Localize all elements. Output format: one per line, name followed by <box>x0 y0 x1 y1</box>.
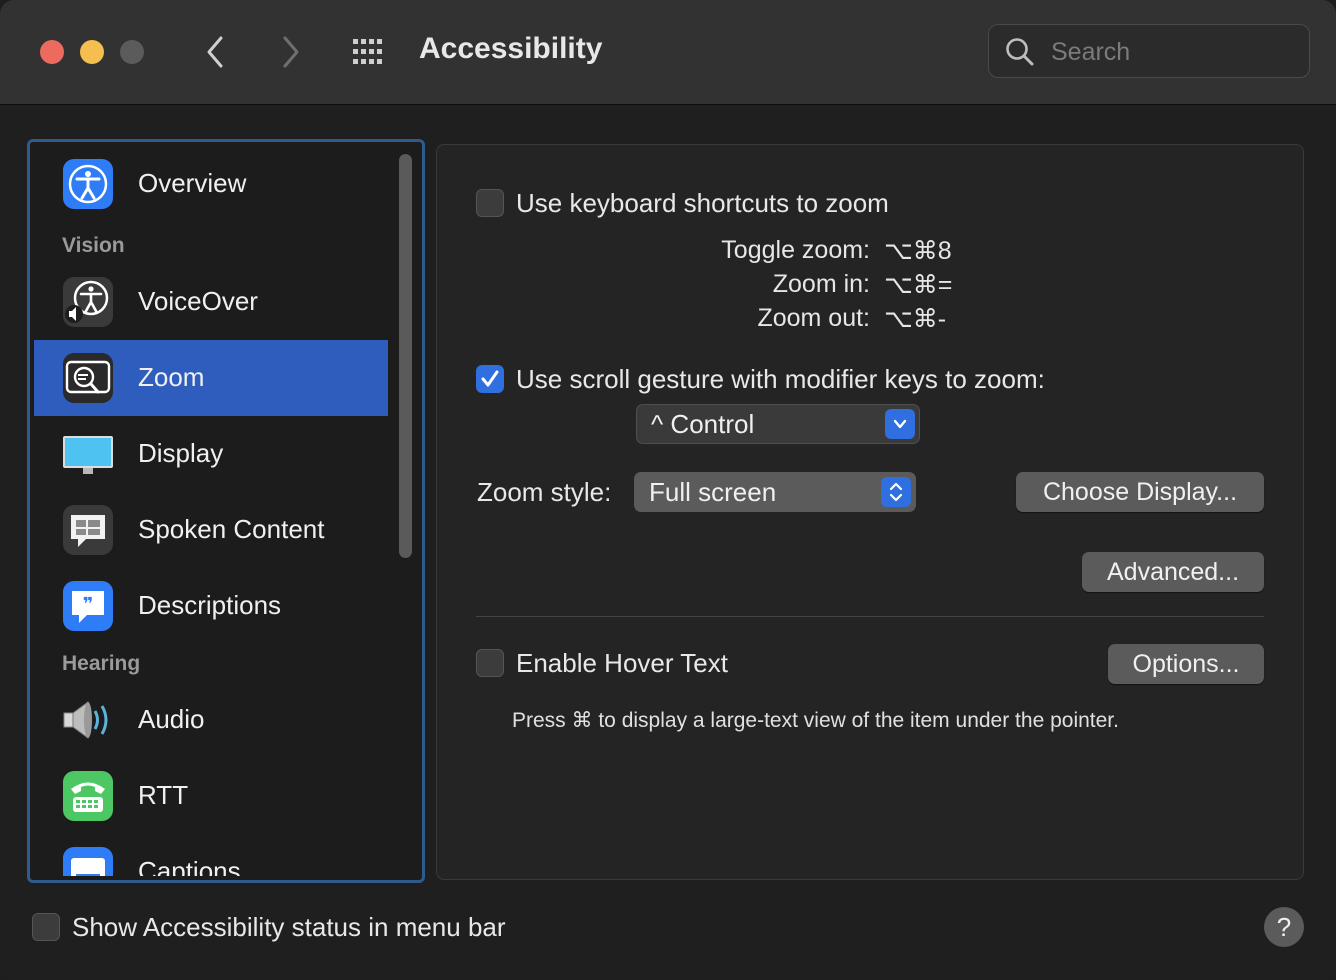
descriptions-icon: ❞ <box>63 581 113 631</box>
system-preferences-window: Accessibility Overview Vision <box>0 0 1336 980</box>
scrollbar-thumb[interactable] <box>399 154 412 558</box>
sidebar-item-rtt[interactable]: RTT <box>34 758 388 834</box>
chevron-right-icon <box>283 36 299 68</box>
sidebar-section-vision: Vision <box>62 234 125 257</box>
spoken-content-icon <box>63 505 113 555</box>
popup-arrow <box>881 477 911 507</box>
sidebar-section-hearing: Hearing <box>62 652 141 675</box>
shortcut-zoom-out: Zoom out: <box>608 304 870 334</box>
section-divider <box>476 616 1264 617</box>
sidebar-item-label: Zoom <box>138 362 205 392</box>
shortcut-name: Toggle zoom: <box>721 236 870 264</box>
close-window-button[interactable] <box>40 40 64 64</box>
sidebar-item-label: VoiceOver <box>138 286 258 316</box>
zoom-window-button[interactable] <box>120 40 144 64</box>
grid-icon <box>353 39 382 64</box>
title-bar: Accessibility <box>0 0 1336 105</box>
shortcut-zoom-in: Zoom in: <box>608 270 870 300</box>
captions-icon <box>63 847 113 876</box>
sidebar-item-overview[interactable]: Overview <box>34 146 388 222</box>
sidebar-item-label: Spoken Content <box>138 514 325 544</box>
sidebar-item-audio[interactable]: Audio <box>34 682 388 758</box>
hover-text-checkbox[interactable] <box>476 649 504 677</box>
search-icon <box>1006 38 1034 66</box>
status-menu-checkbox[interactable] <box>32 913 60 941</box>
hover-text-label: Enable Hover Text <box>516 648 728 678</box>
svg-text:❞: ❞ <box>83 594 94 615</box>
modifier-key-value: ^ Control <box>651 409 755 439</box>
shortcut-keys: ⌥⌘= <box>884 271 953 299</box>
sidebar-item-display[interactable]: Display <box>34 416 388 492</box>
sidebar-item-captions[interactable]: Captions <box>34 834 388 876</box>
forward-button[interactable] <box>270 30 310 74</box>
speaker-icon <box>63 701 108 739</box>
accessibility-icon <box>63 159 113 209</box>
sidebar-item-spoken-content[interactable]: Spoken Content <box>34 492 388 568</box>
shortcut-name: Zoom out: <box>757 304 870 332</box>
keyboard-shortcuts-checkbox[interactable] <box>476 189 504 217</box>
voiceover-icon <box>63 277 113 327</box>
sidebar-item-zoom[interactable]: Zoom <box>34 340 388 416</box>
back-button[interactable] <box>196 30 236 74</box>
zoom-settings-panel <box>436 144 1304 880</box>
status-menu-label: Show Accessibility status in menu bar <box>72 912 506 942</box>
hover-text-options-button[interactable]: Options... <box>1108 644 1264 684</box>
checkmark-icon <box>481 370 499 387</box>
scroll-gesture-checkbox[interactable] <box>476 365 504 393</box>
scroll-gesture-label: Use scroll gesture with modifier keys to… <box>516 364 1045 394</box>
choose-display-button[interactable]: Choose Display... <box>1016 472 1264 512</box>
popup-arrow <box>885 409 915 439</box>
hover-text-hint: Press ⌘ to display a large-text view of … <box>512 709 1119 732</box>
chevron-down-icon <box>893 419 907 429</box>
sidebar-item-label: RTT <box>138 780 189 810</box>
sidebar-item-label: Captions <box>138 856 241 876</box>
shortcut-toggle-zoom: Toggle zoom: <box>608 236 870 266</box>
zoom-style-label: Zoom style: <box>477 477 612 507</box>
help-button[interactable]: ? <box>1264 907 1304 947</box>
zoom-icon <box>63 353 113 403</box>
sidebar-item-label: Display <box>138 438 224 468</box>
display-icon <box>63 436 113 474</box>
sidebar-item-label: Overview <box>138 168 247 198</box>
modifier-key-popup[interactable]: ^ Control <box>636 404 920 444</box>
search-input[interactable] <box>1049 35 1293 69</box>
sidebar-item-label: Audio <box>138 704 205 734</box>
up-down-chevron-icon <box>889 482 903 502</box>
sidebar-item-descriptions[interactable]: ❞ Descriptions <box>34 568 388 644</box>
sidebar: Overview Vision VoiceOver Zoom Display S… <box>27 139 425 883</box>
sidebar-item-voiceover[interactable]: VoiceOver <box>34 264 388 340</box>
shortcut-keys: ⌥⌘8 <box>884 237 952 265</box>
zoom-style-popup[interactable]: Full screen <box>634 472 916 512</box>
search-field[interactable] <box>988 24 1310 78</box>
window-title: Accessibility <box>419 32 603 65</box>
sidebar-scrollbar[interactable] <box>396 152 414 878</box>
minimize-window-button[interactable] <box>80 40 104 64</box>
shortcut-keys: ⌥⌘- <box>884 305 947 333</box>
advanced-button[interactable]: Advanced... <box>1082 552 1264 592</box>
sidebar-item-label: Descriptions <box>138 590 282 620</box>
telephone-icon <box>63 771 113 821</box>
keyboard-shortcuts-label: Use keyboard shortcuts to zoom <box>516 188 889 218</box>
sidebar-list: Overview Vision VoiceOver Zoom Display S… <box>34 146 388 876</box>
zoom-style-value: Full screen <box>649 477 777 507</box>
chevron-left-icon <box>207 36 223 68</box>
show-all-button[interactable] <box>350 36 390 68</box>
shortcut-name: Zoom in: <box>772 270 870 298</box>
